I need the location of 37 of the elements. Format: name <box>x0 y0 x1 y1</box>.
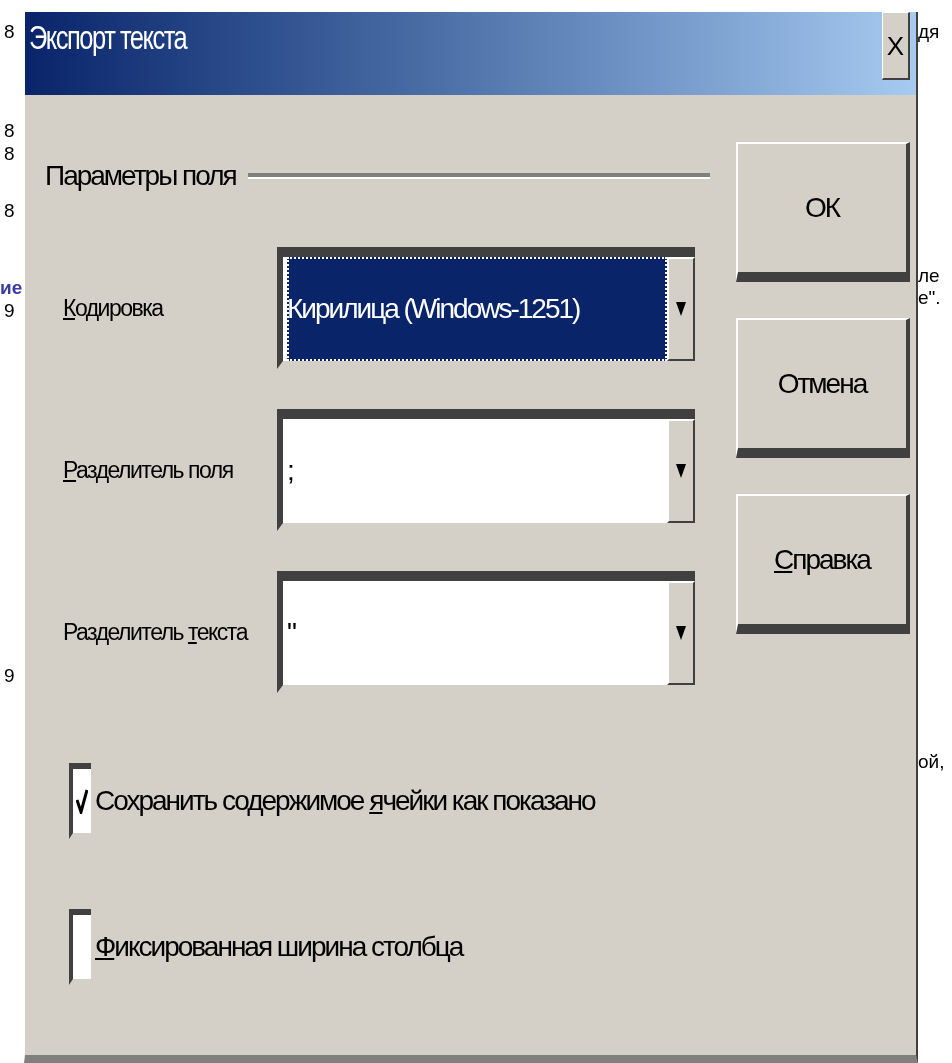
dialog-button[interactable]: ОК <box>736 142 910 282</box>
dropdown-arrow-button[interactable] <box>667 257 695 361</box>
background-text: дя <box>918 22 940 41</box>
background-text: 8 <box>4 201 16 220</box>
background-text: 9 <box>4 666 16 685</box>
dropdown-value: ; <box>287 454 295 488</box>
group-title: Параметры поля <box>45 159 236 193</box>
dropdown-value: Кирилица (Windows-1251) <box>287 257 667 361</box>
checkbox-label: Фиксированная ширина столбца <box>95 930 463 964</box>
dropdown-arrow-button[interactable] <box>667 419 695 523</box>
background-text: 8 <box>4 22 16 41</box>
window-title: Экспорт текста <box>29 20 187 54</box>
background-text: ой, <box>918 752 945 771</box>
field-label: Разделитель текста <box>62 617 249 647</box>
dialog-button[interactable]: Справка <box>736 494 910 634</box>
background-text: 8 <box>4 121 16 140</box>
background-text: 9 <box>4 301 16 320</box>
caret-down-icon <box>676 626 686 640</box>
background-text: ле <box>918 266 940 285</box>
background-text: 8 <box>4 144 16 163</box>
caret-down-icon <box>676 464 686 478</box>
checkbox[interactable] <box>69 909 91 985</box>
dropdown[interactable]: Кирилица (Windows-1251) <box>277 247 695 369</box>
dropdown-value: " <box>287 616 297 650</box>
checkmark-icon <box>76 788 88 814</box>
dropdown[interactable]: ; <box>277 409 695 531</box>
checkbox-label: Сохранить содержимое ячейки как показано <box>95 784 595 818</box>
dropdown-arrow-button[interactable] <box>667 581 695 685</box>
field-label: Кодировка <box>62 293 165 323</box>
checkbox[interactable] <box>69 763 91 839</box>
dropdown[interactable]: " <box>277 571 695 693</box>
close-button[interactable]: X <box>882 12 910 80</box>
dialog-button[interactable]: Отмена <box>736 318 910 458</box>
field-label: Разделитель поля <box>62 455 234 485</box>
background-text: е". <box>918 288 941 307</box>
caret-down-icon <box>676 302 686 316</box>
background-heading: ие <box>0 278 24 297</box>
